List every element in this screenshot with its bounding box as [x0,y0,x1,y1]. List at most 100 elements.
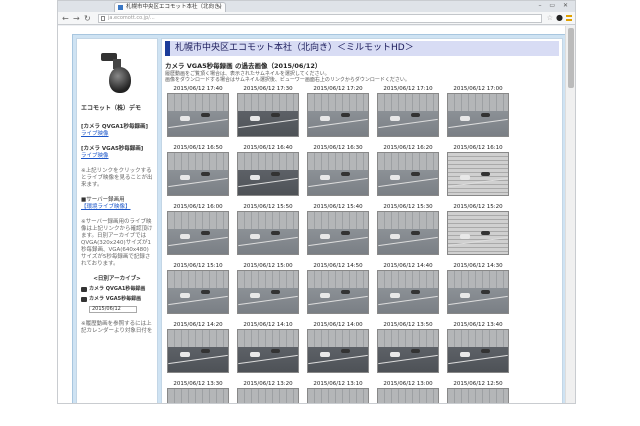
thumbnail-image[interactable] [167,93,229,137]
thumbnail-time: 2015/06/12 16:40 [243,145,293,151]
thumbnail-image[interactable] [307,388,369,403]
thumbnail-time: 2015/06/12 16:20 [383,145,433,151]
thumbnail-item[interactable]: 2015/06/12 15:40 [307,204,369,255]
thumbnail-item[interactable]: 2015/06/12 13:50 [377,322,439,373]
thumbnail-item[interactable]: 2015/06/12 16:50 [167,145,229,196]
thumbnail-time: 2015/06/12 13:30 [173,381,223,387]
thumbnail-item[interactable]: 2015/06/12 15:50 [237,204,299,255]
thumbnail-image[interactable] [167,329,229,373]
server-label: ■サーバー録画用 [81,197,125,203]
close-tab-icon[interactable]: × [217,3,222,12]
thumbnail-image[interactable] [447,93,509,137]
server-live-link[interactable]: 【環境ライブ映像】 [81,204,131,210]
thumbnail-item[interactable]: 2015/06/12 13:30 [167,381,229,403]
thumbnail-image[interactable] [377,270,439,314]
cam1-live-link[interactable]: ライブ映像 [81,131,109,137]
archive-cam2[interactable]: カメラ VGA5秒毎録画 [81,296,153,303]
archive-cam1[interactable]: カメラ QVGA1秒毎録画 [81,286,153,293]
browser-tab[interactable]: 札幌市中央区エコモット本社（北向き） × [114,2,226,12]
thumbnail-image[interactable] [307,329,369,373]
address-bar[interactable]: ja.ecomott.co.jp/... [98,14,542,23]
thumbnail-item[interactable]: 2015/06/12 14:50 [307,263,369,314]
thumbnail-item[interactable]: 2015/06/12 14:00 [307,322,369,373]
thumbnail-time: 2015/06/12 15:30 [383,204,433,210]
cam1-label: [カメラ QVGA1秒毎録画] [81,124,148,130]
thumbnail-image[interactable] [447,270,509,314]
thumbnail-item[interactable]: 2015/06/12 16:20 [377,145,439,196]
tab-strip: 札幌市中央区エコモット本社（北向き） × – ▭ ✕ [58,1,575,12]
thumbnail-item[interactable]: 2015/06/12 14:10 [237,322,299,373]
forward-icon[interactable]: → [73,13,80,24]
extension-icon[interactable]: ● [556,13,563,22]
thumbnail-image[interactable] [307,152,369,196]
thumbnail-item[interactable]: 2015/06/12 13:10 [307,381,369,403]
thumbnail-item[interactable]: 2015/06/12 16:00 [167,204,229,255]
thumbnail-item[interactable]: 2015/06/12 14:30 [447,263,509,314]
thumbnail-image[interactable] [307,270,369,314]
thumbnail-image[interactable] [377,211,439,255]
thumbnail-item[interactable]: 2015/06/12 14:40 [377,263,439,314]
thumbnail-image[interactable] [237,211,299,255]
thumbnail-item[interactable]: 2015/06/12 17:40 [167,86,229,137]
thumbnail-image[interactable] [237,152,299,196]
back-icon[interactable]: ← [62,13,69,24]
browser-toolbar: ← → ↻ ja.ecomott.co.jp/... ☆ ● [58,12,575,25]
bookmark-star-icon[interactable]: ☆ [547,14,553,22]
thumbnail-item[interactable]: 2015/06/12 16:40 [237,145,299,196]
window-controls[interactable]: – ▭ ✕ [538,2,571,9]
camera-icon [81,287,87,292]
archive-date-input[interactable]: 2015/06/12 [89,306,137,313]
live-note: ※上記リンクをクリックするとライブ映像を見ることが出来ます。 [81,168,153,188]
thumbnail-image[interactable] [377,388,439,403]
menu-icon[interactable] [566,15,572,21]
thumbnail-item[interactable]: 2015/06/12 12:50 [447,381,509,403]
thumbnail-image[interactable] [307,93,369,137]
thumbnail-image[interactable] [377,93,439,137]
thumbnail-item[interactable]: 2015/06/12 17:30 [237,86,299,137]
thumbnail-image[interactable] [447,211,509,255]
scrollbar-thumb[interactable] [568,28,574,88]
page-container: エコモット（株）デモ [カメラ QVGA1秒毎録画] ライブ映像 [カメラ VG… [72,34,566,403]
thumbnail-item[interactable]: 2015/06/12 13:00 [377,381,439,403]
archive-subtitle: カメラ VGA5秒毎録画 の過去画像（2015/06/12） [165,62,322,70]
cam2-live-link[interactable]: ライブ映像 [81,153,109,159]
thumbnail-item[interactable]: 2015/06/12 16:10 [447,145,509,196]
thumbnail-image[interactable] [447,152,509,196]
thumbnail-item[interactable]: 2015/06/12 17:20 [307,86,369,137]
thumbnail-time: 2015/06/12 15:10 [173,263,223,269]
thumbnail-image[interactable] [377,152,439,196]
thumbnail-image[interactable] [447,388,509,403]
thumbnail-image[interactable] [237,329,299,373]
thumbnail-item[interactable]: 2015/06/12 16:30 [307,145,369,196]
vertical-scrollbar[interactable] [565,26,575,403]
thumbnail-image[interactable] [167,152,229,196]
thumbnail-image[interactable] [377,329,439,373]
thumbnail-item[interactable]: 2015/06/12 15:10 [167,263,229,314]
camera-icon [81,297,87,302]
archive-heading: <日別アーカイブ> [93,276,141,282]
thumbnail-item[interactable]: 2015/06/12 13:20 [237,381,299,403]
thumbnail-item[interactable]: 2015/06/12 13:40 [447,322,509,373]
thumbnail-image[interactable] [167,211,229,255]
thumbnail-time: 2015/06/12 16:00 [173,204,223,210]
thumbnail-time: 2015/06/12 14:40 [383,263,433,269]
thumbnail-image[interactable] [237,93,299,137]
thumbnail-item[interactable]: 2015/06/12 15:20 [447,204,509,255]
thumbnail-image[interactable] [167,270,229,314]
thumbnail-item[interactable]: 2015/06/12 15:00 [237,263,299,314]
thumbnail-item[interactable]: 2015/06/12 14:20 [167,322,229,373]
reload-icon[interactable]: ↻ [84,13,91,24]
thumbnail-item[interactable]: 2015/06/12 15:30 [377,204,439,255]
archive-cam1-label: カメラ QVGA1秒毎録画 [89,286,146,292]
thumbnail-image[interactable] [167,388,229,403]
thumbnail-image[interactable] [447,329,509,373]
thumbnail-image[interactable] [307,211,369,255]
thumbnail-item[interactable]: 2015/06/12 17:00 [447,86,509,137]
thumbnail-time: 2015/06/12 14:50 [313,263,363,269]
camera-logo-icon [93,49,141,97]
thumbnail-image[interactable] [237,388,299,403]
thumbnail-time: 2015/06/12 17:00 [453,86,503,92]
thumbnail-image[interactable] [237,270,299,314]
thumbnail-item[interactable]: 2015/06/12 17:10 [377,86,439,137]
thumbnail-time: 2015/06/12 13:00 [383,381,433,387]
